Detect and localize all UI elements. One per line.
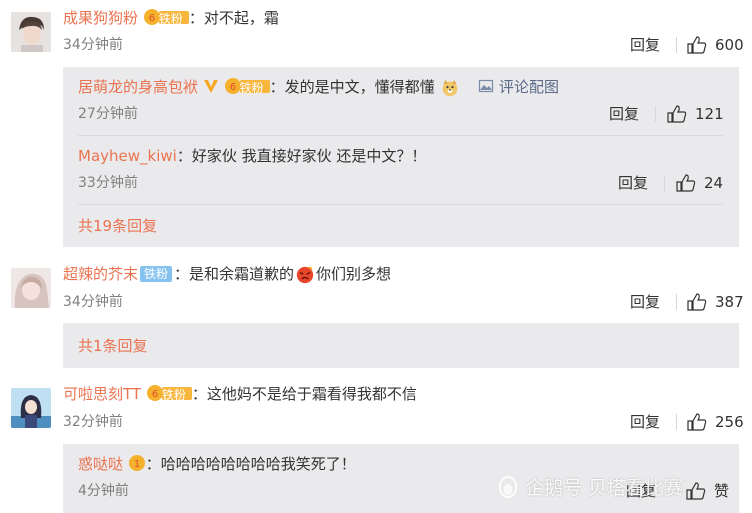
divider xyxy=(664,175,665,191)
comment-text: ：对不起，霜 xyxy=(188,9,279,27)
reply-text: ：发的是中文，懂得都懂 xyxy=(269,78,435,96)
comment-text: ：是和余霜道歉的 xyxy=(174,265,295,283)
thumbs-up-icon xyxy=(676,174,696,192)
divider xyxy=(676,294,677,310)
divider xyxy=(78,204,723,205)
fan-badge-label: 铁粉 xyxy=(158,12,183,26)
reply-button[interactable]: 回复 xyxy=(630,412,660,432)
more-replies-link[interactable]: 共1条回复 xyxy=(78,336,148,356)
like-count: 121 xyxy=(695,105,724,123)
reply-thread xyxy=(63,323,739,368)
svg-text:6: 6 xyxy=(229,82,235,93)
comment-text-continued: 你们别多想 xyxy=(316,265,392,283)
comment-text: ：这他妈不是给于霜看得我都不信 xyxy=(191,385,417,403)
thumbs-up-icon xyxy=(667,105,687,123)
verified-v-icon xyxy=(203,80,218,93)
like-count: 387 xyxy=(715,293,744,311)
thumbs-up-icon xyxy=(687,413,707,431)
svg-text:1: 1 xyxy=(134,459,140,470)
avatar-girl-photo-icon xyxy=(11,268,51,308)
comment-time: 34分钟前 xyxy=(63,37,123,53)
angry-face-emoji-icon xyxy=(296,266,314,284)
like-count: 24 xyxy=(704,174,724,192)
divider xyxy=(655,106,656,122)
reply-username[interactable]: Mayhew_kiwi xyxy=(78,147,177,165)
thumbs-up-icon xyxy=(687,293,707,311)
avatar[interactable] xyxy=(11,268,51,308)
divider xyxy=(676,37,677,53)
doge-emoji-icon xyxy=(443,79,458,97)
reply-time: 27分钟前 xyxy=(78,106,138,122)
fan-badge: 铁粉 xyxy=(140,266,173,282)
reply-text: ：好家伙 我直接好家伙 还是中文？！ xyxy=(176,147,427,165)
comment-time: 34分钟前 xyxy=(63,294,123,310)
thumbs-up-icon xyxy=(686,482,706,500)
fan-badge-label: 铁粉 xyxy=(239,81,264,95)
like-count: 600 xyxy=(715,36,744,54)
comment-username[interactable]: 可啦思刻TT xyxy=(63,385,141,403)
image-icon xyxy=(479,79,494,93)
like-button[interactable]: 600 xyxy=(687,35,744,55)
avatar[interactable] xyxy=(11,388,51,428)
like-label: 赞 xyxy=(714,482,730,500)
like-count: 256 xyxy=(715,413,744,431)
reply-username[interactable]: 居萌龙的身高包袱 xyxy=(78,78,198,96)
reply-button[interactable]: 回复 xyxy=(630,292,660,312)
like-button[interactable]: 256 xyxy=(687,412,744,432)
like-button[interactable]: 121 xyxy=(667,104,724,124)
divider xyxy=(676,414,677,430)
avatar[interactable] xyxy=(11,12,51,52)
more-replies-link[interactable]: 共19条回复 xyxy=(78,216,157,236)
reply-time: 4分钟前 xyxy=(78,483,129,499)
svg-text:6: 6 xyxy=(152,389,158,400)
reply-username[interactable]: 惑哒哒 xyxy=(78,455,123,473)
like-button[interactable]: 24 xyxy=(676,173,723,193)
fan-level-badge-icon: 1 xyxy=(128,455,145,471)
reply-text: ：哈哈哈哈哈哈哈哈我笑死了！ xyxy=(145,455,356,473)
reply-button[interactable]: 回复 xyxy=(609,104,639,124)
reply-time: 33分钟前 xyxy=(78,175,138,191)
comment-username[interactable]: 超辣的芥末 xyxy=(63,265,138,283)
comment-username[interactable]: 成果狗狗粉 xyxy=(63,9,138,27)
like-button[interactable]: 387 xyxy=(687,292,744,312)
comment-time: 32分钟前 xyxy=(63,414,123,430)
comment-image-link[interactable]: 评论配图 xyxy=(478,78,559,96)
fan-badge-label: 铁粉 xyxy=(161,388,186,402)
reply-button[interactable]: 回复 xyxy=(630,35,660,55)
penguin-logo-icon xyxy=(498,475,518,498)
reply-button[interactable]: 回复 xyxy=(618,173,648,193)
divider xyxy=(78,135,723,136)
thumbs-up-icon xyxy=(687,36,707,54)
svg-text:6: 6 xyxy=(149,13,155,24)
avatar-anime-girl-icon xyxy=(11,388,51,428)
watermark: 企鹅号 贝塔看比赛 xyxy=(497,473,683,500)
like-button[interactable]: 赞 xyxy=(686,481,729,501)
avatar-boy-photo-icon xyxy=(11,12,51,52)
